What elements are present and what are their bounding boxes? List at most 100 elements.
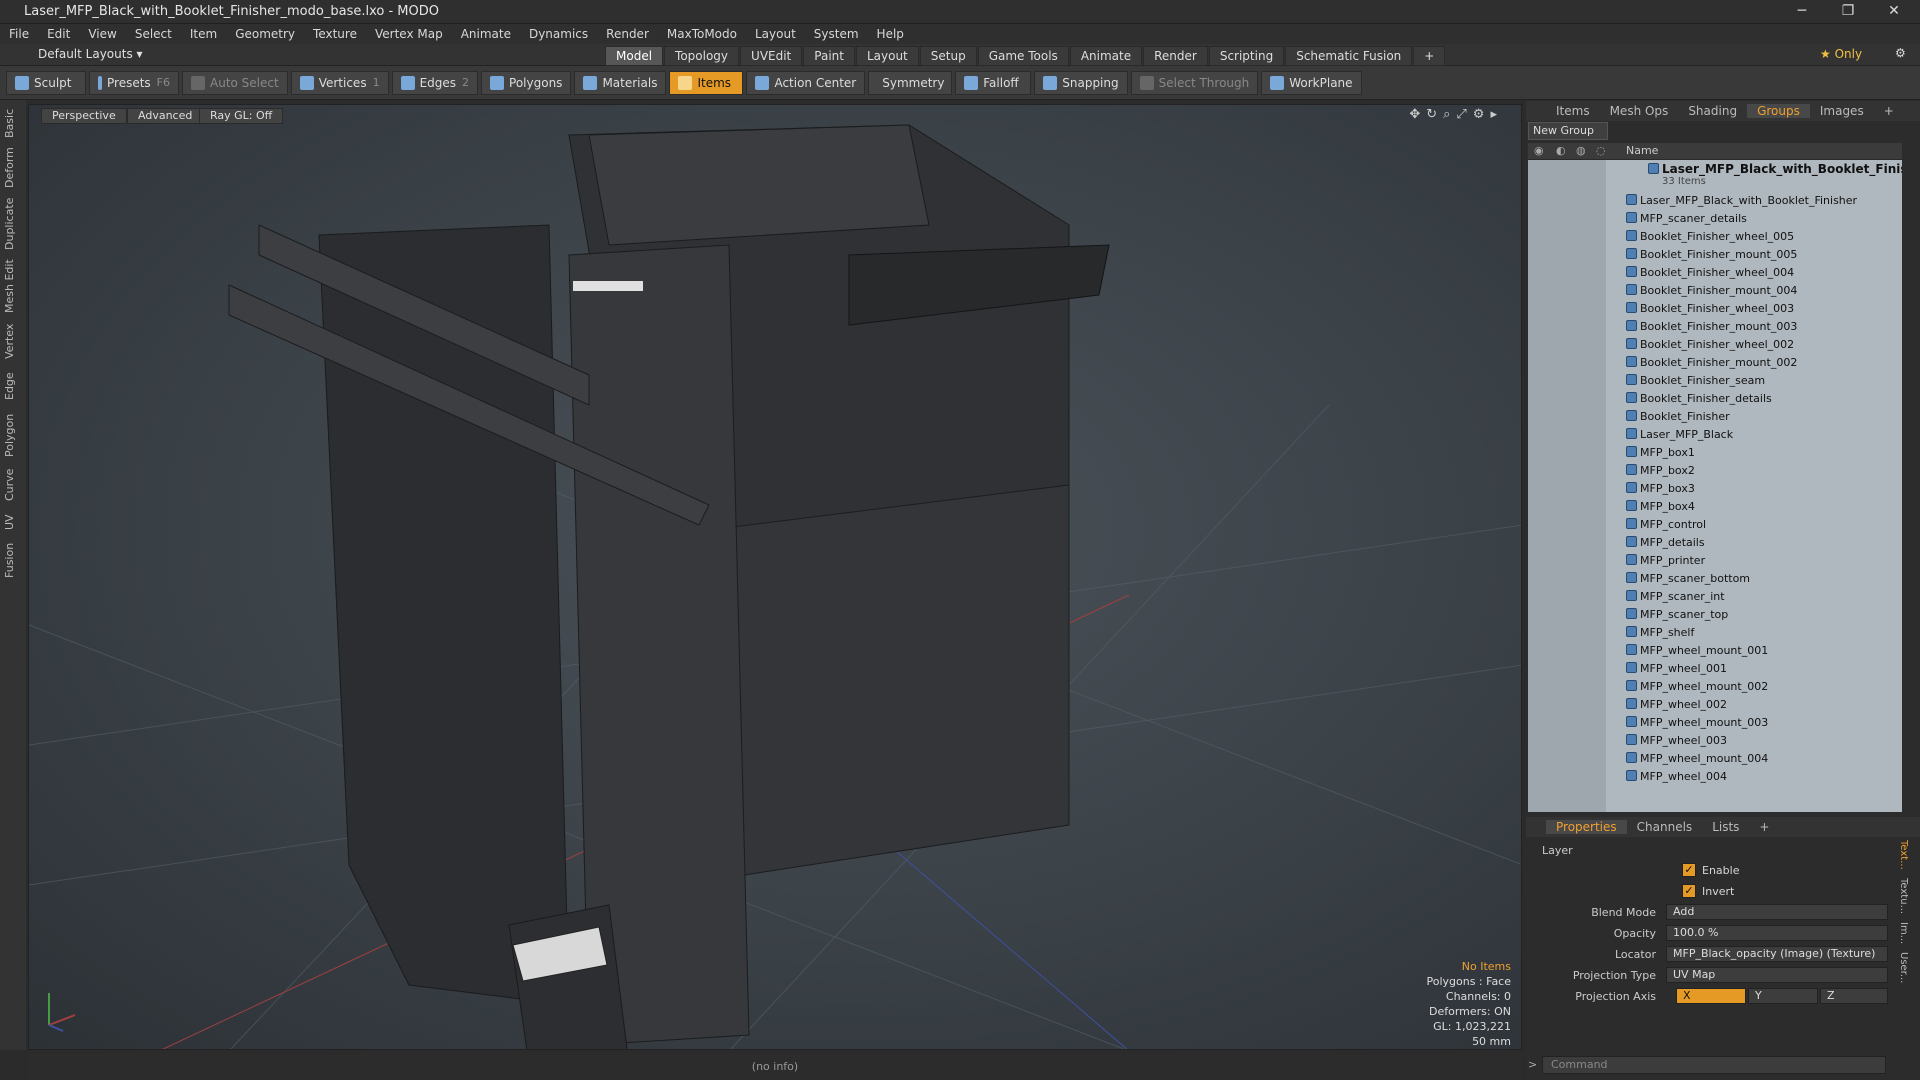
menu-system[interactable]: System bbox=[805, 27, 868, 41]
menu-vertex-map[interactable]: Vertex Map bbox=[366, 27, 452, 41]
tab-vertex[interactable]: Vertex bbox=[3, 320, 23, 362]
tree-item[interactable]: MFP_wheel_mount_001 bbox=[1626, 642, 1768, 660]
tab-mesh-edit[interactable]: Mesh Edit bbox=[3, 258, 23, 314]
tree-item[interactable]: Booklet_Finisher_mount_003 bbox=[1626, 318, 1797, 336]
tree-item[interactable]: MFP_box3 bbox=[1626, 480, 1695, 498]
presets-button[interactable]: Presets F6 bbox=[89, 70, 179, 95]
axis-y-button[interactable]: Y bbox=[1748, 988, 1818, 1004]
tree-item[interactable]: MFP_scaner_details bbox=[1626, 210, 1747, 228]
minimize-button[interactable]: ─ bbox=[1780, 0, 1824, 24]
new-group-button[interactable]: New Group bbox=[1528, 122, 1608, 140]
workplane-button[interactable]: WorkPlane bbox=[1261, 70, 1362, 95]
tab-render[interactable]: Render bbox=[1143, 46, 1208, 66]
materials-button[interactable]: Materials bbox=[574, 70, 667, 95]
tab-topology[interactable]: Topology bbox=[664, 46, 740, 66]
tree-item[interactable]: MFP_wheel_mount_002 bbox=[1626, 678, 1768, 696]
tree-item[interactable]: Booklet_Finisher_mount_005 bbox=[1626, 246, 1797, 264]
tab-basic[interactable]: Basic bbox=[3, 104, 23, 142]
visibility-columns[interactable] bbox=[1528, 160, 1606, 812]
tab-images[interactable]: Images bbox=[1810, 104, 1874, 118]
tab-duplicate[interactable]: Duplicate bbox=[3, 196, 23, 252]
tab-channels[interactable]: Channels bbox=[1627, 820, 1703, 834]
tab-scripting[interactable]: Scripting bbox=[1208, 46, 1285, 66]
tree-item[interactable]: Booklet_Finisher_wheel_002 bbox=[1626, 336, 1794, 354]
menu-render[interactable]: Render bbox=[597, 27, 658, 41]
select-through-button[interactable]: Select Through bbox=[1130, 70, 1259, 95]
tree-item[interactable]: MFP_scaner_bottom bbox=[1626, 570, 1750, 588]
only-toggle[interactable]: ★ Only bbox=[1820, 47, 1862, 61]
edges-button[interactable]: Edges 2 bbox=[391, 70, 479, 95]
tree-item[interactable]: MFP_box1 bbox=[1626, 444, 1695, 462]
tab-curve[interactable]: Curve bbox=[3, 466, 23, 504]
menu-layout[interactable]: Layout bbox=[746, 27, 805, 41]
menu-help[interactable]: Help bbox=[868, 27, 913, 41]
add-properties-tab[interactable]: + bbox=[1749, 820, 1779, 834]
menu-dynamics[interactable]: Dynamics bbox=[520, 27, 597, 41]
groups-tree[interactable]: Laser_MFP_Black_with_Booklet_Finisher 33… bbox=[1528, 160, 1902, 812]
menu-file[interactable]: File bbox=[0, 27, 38, 41]
tab-model[interactable]: Model bbox=[605, 46, 664, 66]
tree-item[interactable]: MFP_wheel_mount_004 bbox=[1626, 750, 1768, 768]
tree-item[interactable]: Booklet_Finisher_seam bbox=[1626, 372, 1765, 390]
column-name[interactable]: Name bbox=[1626, 144, 1658, 157]
tree-item[interactable]: Booklet_Finisher_details bbox=[1626, 390, 1772, 408]
vertices-button[interactable]: Vertices 1 bbox=[290, 70, 389, 95]
render-icon[interactable]: ◌ bbox=[1596, 144, 1606, 157]
axis-x-button[interactable]: X bbox=[1676, 988, 1746, 1004]
tree-item[interactable]: Booklet_Finisher_mount_002 bbox=[1626, 354, 1797, 372]
maximize-button[interactable]: ❐ bbox=[1826, 0, 1870, 24]
menu-texture[interactable]: Texture bbox=[304, 27, 366, 41]
tab-deform[interactable]: Deform bbox=[3, 146, 23, 190]
tab-layout[interactable]: Layout bbox=[855, 46, 919, 66]
snapping-button[interactable]: Snapping bbox=[1034, 70, 1128, 95]
tab-items[interactable]: Items bbox=[1546, 104, 1600, 118]
tree-item[interactable]: MFP_wheel_002 bbox=[1626, 696, 1727, 714]
select-icon[interactable]: ◍ bbox=[1576, 144, 1586, 157]
add-panel-tab[interactable]: + bbox=[1874, 104, 1904, 118]
tree-item[interactable]: Laser_MFP_Black bbox=[1626, 426, 1733, 444]
tab-properties[interactable]: Properties bbox=[1546, 820, 1627, 834]
tab-paint[interactable]: Paint bbox=[803, 46, 855, 66]
tab-mesh-ops[interactable]: Mesh Ops bbox=[1600, 104, 1679, 118]
close-button[interactable]: ✕ bbox=[1872, 0, 1916, 24]
falloff-button[interactable]: Falloff bbox=[955, 70, 1032, 95]
tree-item[interactable]: MFP_printer bbox=[1626, 552, 1705, 570]
tab-uv[interactable]: UV bbox=[3, 510, 23, 534]
axis-z-button[interactable]: Z bbox=[1820, 988, 1888, 1004]
tree-item[interactable]: Booklet_Finisher bbox=[1626, 408, 1730, 426]
menu-edit[interactable]: Edit bbox=[38, 27, 79, 41]
invert-checkbox[interactable]: ✓ bbox=[1682, 884, 1696, 898]
menu-maxtomodo[interactable]: MaxToModo bbox=[658, 27, 746, 41]
tab-animate[interactable]: Animate bbox=[1069, 46, 1143, 66]
3d-viewport[interactable]: Perspective Advanced Ray GL: Off ✥↻⌕⤢⚙▸ bbox=[28, 104, 1522, 1050]
menu-item[interactable]: Item bbox=[181, 27, 226, 41]
gear-icon[interactable]: ⚙ bbox=[1895, 46, 1906, 60]
tree-item[interactable]: MFP_details bbox=[1626, 534, 1705, 552]
tab-shading[interactable]: Shading bbox=[1678, 104, 1747, 118]
tab-game-tools[interactable]: Game Tools bbox=[977, 46, 1069, 66]
items-button[interactable]: Items bbox=[669, 70, 744, 95]
action-center-button[interactable]: Action Center bbox=[746, 70, 866, 95]
tree-item[interactable]: Booklet_Finisher_wheel_004 bbox=[1626, 264, 1794, 282]
tab-setup[interactable]: Setup bbox=[919, 46, 977, 66]
projection-type-select[interactable]: UV Map bbox=[1666, 967, 1888, 983]
tab-polygon[interactable]: Polygon bbox=[3, 410, 23, 460]
tree-item[interactable]: MFP_shelf bbox=[1626, 624, 1694, 642]
tree-item[interactable]: Booklet_Finisher_wheel_005 bbox=[1626, 228, 1794, 246]
tab-uvedit[interactable]: UVEdit bbox=[740, 46, 803, 66]
add-tab-button[interactable]: + bbox=[1413, 46, 1446, 66]
eye-icon[interactable]: ◉ bbox=[1534, 144, 1544, 157]
locator-select[interactable]: MFP_Black_opacity (Image) (Texture) bbox=[1666, 946, 1888, 962]
tree-item[interactable]: MFP_control bbox=[1626, 516, 1706, 534]
tree-item[interactable]: Booklet_Finisher_wheel_003 bbox=[1626, 300, 1794, 318]
sculpt-button[interactable]: Sculpt bbox=[6, 70, 86, 95]
tree-item[interactable]: MFP_box2 bbox=[1626, 462, 1695, 480]
tree-item[interactable]: Laser_MFP_Black_with_Booklet_Finisher bbox=[1626, 192, 1857, 210]
tree-item[interactable]: MFP_scaner_int bbox=[1626, 588, 1725, 606]
tab-fusion[interactable]: Fusion bbox=[3, 540, 23, 580]
tab-lists[interactable]: Lists bbox=[1702, 820, 1749, 834]
menu-view[interactable]: View bbox=[79, 27, 125, 41]
tab-user[interactable]: User... bbox=[1898, 952, 1909, 983]
tab-texture[interactable]: Textu... bbox=[1898, 878, 1909, 914]
tree-item[interactable]: MFP_scaner_top bbox=[1626, 606, 1728, 624]
